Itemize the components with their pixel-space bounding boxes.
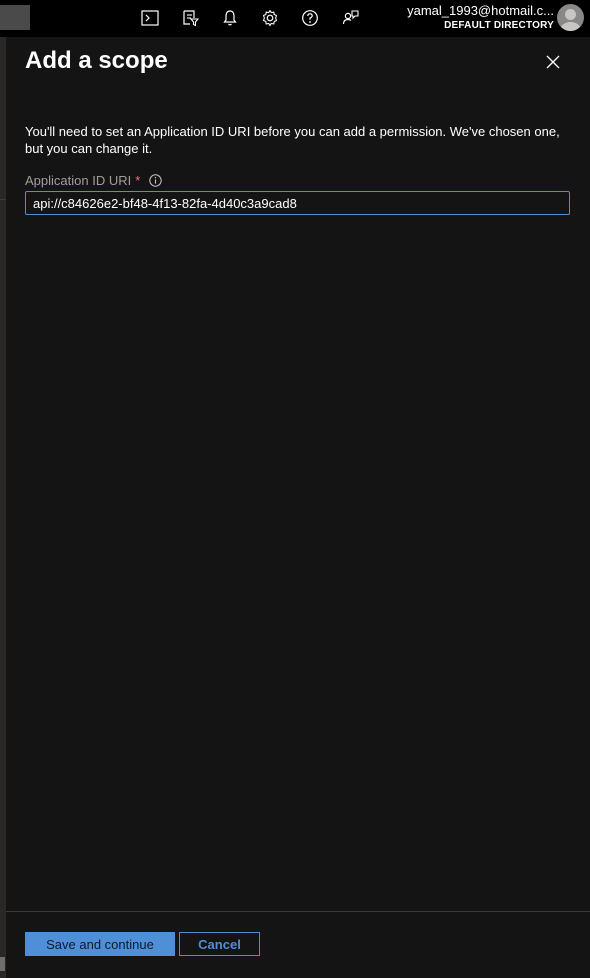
application-id-uri-label: Application ID URI xyxy=(25,172,132,188)
top-bar: yamal_1993@hotmail.c... DEFAULT DIRECTOR… xyxy=(0,0,590,37)
footer-divider xyxy=(6,911,590,912)
account-directory: DEFAULT DIRECTORY xyxy=(444,20,554,31)
feedback-icon[interactable] xyxy=(336,5,364,31)
account-email: yamal_1993@hotmail.c... xyxy=(407,3,554,18)
page-title: Add a scope xyxy=(25,47,168,74)
avatar-body xyxy=(560,22,581,31)
help-icon[interactable] xyxy=(296,5,324,31)
notifications-icon[interactable] xyxy=(216,5,244,31)
directory-filter-icon[interactable] xyxy=(176,5,204,31)
field-label-row: Application ID URI * xyxy=(25,172,162,188)
info-icon[interactable] xyxy=(149,173,162,187)
close-icon[interactable] xyxy=(544,53,562,71)
add-scope-pane: Add a scope You'll need to set an Applic… xyxy=(6,37,590,978)
cancel-button[interactable]: Cancel xyxy=(179,932,260,956)
save-and-continue-button[interactable]: Save and continue xyxy=(25,932,175,956)
background-scroll-marker xyxy=(0,957,5,971)
avatar[interactable] xyxy=(557,4,584,31)
avatar-head xyxy=(565,9,576,20)
account-info[interactable]: yamal_1993@hotmail.c... DEFAULT DIRECTOR… xyxy=(407,3,554,33)
required-marker: * xyxy=(135,172,141,188)
application-id-uri-input[interactable] xyxy=(25,191,570,215)
intro-text: You'll need to set an Application ID URI… xyxy=(25,124,560,156)
portal-menu-block[interactable] xyxy=(0,5,30,30)
cloud-shell-icon[interactable] xyxy=(136,5,164,31)
settings-icon[interactable] xyxy=(256,5,284,31)
